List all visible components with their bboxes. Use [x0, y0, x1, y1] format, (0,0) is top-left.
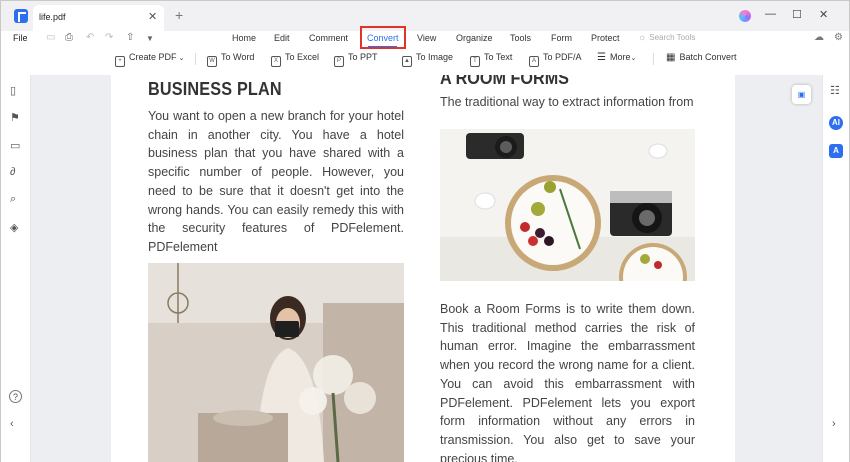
ai-assistant-icon[interactable]: AI — [829, 116, 843, 130]
business-plan-body: You want to open a new branch for your h… — [148, 109, 404, 254]
right-sidebar: ☷ AI A › — [822, 75, 849, 462]
create-pdf-button[interactable]: + Create PDF ⌄ — [115, 52, 184, 67]
to-word-button[interactable]: W To Word — [207, 52, 254, 67]
more-dropdown-icon: ⌄ — [630, 55, 637, 62]
to-text-button[interactable]: T To Text — [470, 52, 512, 67]
title-bar: life.pdf ✕ + — ☐ ✕ — [1, 1, 849, 31]
excel-icon: X — [271, 56, 281, 67]
room-forms-body: Book a Room Forms is to write them down.… — [440, 302, 695, 462]
menu-form[interactable]: Form — [551, 33, 572, 43]
left-sidebar: ▯ ⚑ ▭ ∂ ⌕ ◈ ? ‹ — [1, 75, 31, 462]
pdf-page[interactable]: BUSINESS PLAN You want to open a new bra… — [111, 75, 735, 462]
document-tab-label: life.pdf — [39, 12, 66, 22]
menu-edit[interactable]: Edit — [274, 33, 290, 43]
more-button[interactable]: ☰ More⌄ — [597, 52, 636, 63]
new-tab-button[interactable]: + — [175, 7, 183, 23]
vintage-camera-top — [466, 133, 524, 159]
to-pdfa-label: To PDF/A — [543, 52, 582, 62]
create-pdf-label: Create PDF — [129, 52, 177, 62]
more-label: More — [609, 52, 631, 62]
file-menu[interactable]: File — [13, 33, 28, 43]
menu-protect[interactable]: Protect — [591, 33, 620, 43]
food-and-cameras-photo[interactable] — [440, 129, 695, 281]
create-pdf-dropdown-icon: ⌄ — [176, 55, 185, 62]
close-tab-icon[interactable]: ✕ — [148, 10, 157, 23]
to-ppt-button[interactable]: P To PPT — [334, 52, 378, 67]
collapse-sidebar-icon[interactable]: ‹ — [10, 418, 14, 430]
ai-summary-float-icon[interactable]: ▣ — [792, 85, 811, 104]
document-canvas[interactable]: BUSINESS PLAN You want to open a new bra… — [31, 75, 822, 462]
woman-with-camera-photo[interactable] — [148, 263, 404, 462]
room-forms-heading: A ROOM FORMS — [440, 75, 569, 88]
toolbar-divider — [653, 53, 654, 65]
plate — [505, 175, 601, 271]
search-icon[interactable]: ⌕ — [10, 193, 16, 206]
to-excel-label: To Excel — [285, 52, 320, 62]
comment-icon[interactable]: ▭ — [10, 139, 20, 152]
to-image-label: To Image — [416, 52, 454, 62]
pdfa-icon: A — [529, 56, 539, 67]
expand-panel-icon[interactable]: › — [832, 418, 836, 430]
search-tools-placeholder: Search Tools — [649, 33, 696, 42]
print-icon[interactable]: ⎙ — [65, 32, 73, 43]
maximize-button[interactable]: ☐ — [792, 8, 802, 21]
app-logo-icon[interactable] — [14, 9, 28, 23]
menu-organize[interactable]: Organize — [456, 33, 493, 43]
word-icon: W — [207, 56, 217, 67]
layers-icon[interactable]: ◈ — [10, 221, 18, 234]
redo-icon[interactable]: ↷ — [105, 32, 113, 43]
ppt-icon: P — [334, 56, 344, 67]
to-pdfa-button[interactable]: A To PDF/A — [529, 52, 582, 67]
to-ppt-label: To PPT — [348, 52, 378, 62]
close-window-button[interactable]: ✕ — [819, 8, 828, 21]
save-icon[interactable]: ▭ — [46, 32, 55, 43]
menu-bar: File ▭ ⎙ ↶ ↷ ⇧ ▼ Home Edit Comment Conve… — [1, 31, 849, 48]
menu-lines-icon: ☰ — [597, 52, 606, 63]
page-thumbnail-icon[interactable]: ▯ — [10, 84, 16, 97]
menu-comment[interactable]: Comment — [309, 33, 348, 43]
to-image-button[interactable]: ▲ To Image — [402, 52, 453, 67]
create-pdf-icon: + — [115, 56, 125, 67]
pdf-editor-window: life.pdf ✕ + — ☐ ✕ File ▭ ⎙ ↶ ↷ ⇧ ▼ Home… — [0, 0, 850, 462]
batch-convert-icon: ▦ — [666, 52, 676, 63]
to-text-label: To Text — [484, 52, 513, 62]
vintage-camera-right — [610, 191, 672, 236]
cloud-icon[interactable]: ☁ — [814, 32, 824, 43]
settings-icon[interactable]: ⚙ — [834, 32, 843, 43]
search-tools-box[interactable]: ☼ Search Tools — [638, 32, 695, 42]
room-forms-subtitle: The traditional way to extract informati… — [440, 95, 694, 109]
image-icon: ▲ — [402, 56, 412, 67]
batch-convert-button[interactable]: ▦ Batch Convert — [666, 52, 736, 63]
bookmark-icon[interactable]: ⚑ — [10, 111, 20, 124]
batch-convert-label: Batch Convert — [679, 52, 737, 62]
to-excel-button[interactable]: X To Excel — [271, 52, 319, 67]
text-icon: T — [470, 56, 480, 67]
account-avatar[interactable] — [739, 10, 751, 22]
menu-tools[interactable]: Tools — [510, 33, 531, 43]
translate-icon[interactable]: A — [829, 144, 843, 158]
menu-view[interactable]: View — [417, 33, 436, 43]
properties-icon[interactable]: ☷ — [830, 84, 840, 97]
business-plan-heading: BUSINESS PLAN — [148, 79, 282, 99]
attachment-icon[interactable]: ∂ — [10, 166, 15, 178]
convert-highlight-box — [360, 26, 406, 49]
to-word-label: To Word — [221, 52, 255, 62]
menu-home[interactable]: Home — [232, 33, 256, 43]
document-tab[interactable]: life.pdf ✕ — [33, 5, 164, 31]
share-icon[interactable]: ⇧ — [126, 32, 134, 43]
toolbar-divider — [195, 53, 196, 65]
help-icon[interactable]: ? — [9, 390, 22, 403]
convert-toolbar: + Create PDF ⌄ W To Word X To Excel P To PPT… — [1, 49, 849, 69]
quick-access-dropdown-icon[interactable]: ▼ — [146, 34, 154, 43]
undo-icon[interactable]: ↶ — [86, 32, 94, 43]
bulb-icon: ☼ — [638, 32, 647, 42]
minimize-button[interactable]: — — [765, 8, 776, 20]
